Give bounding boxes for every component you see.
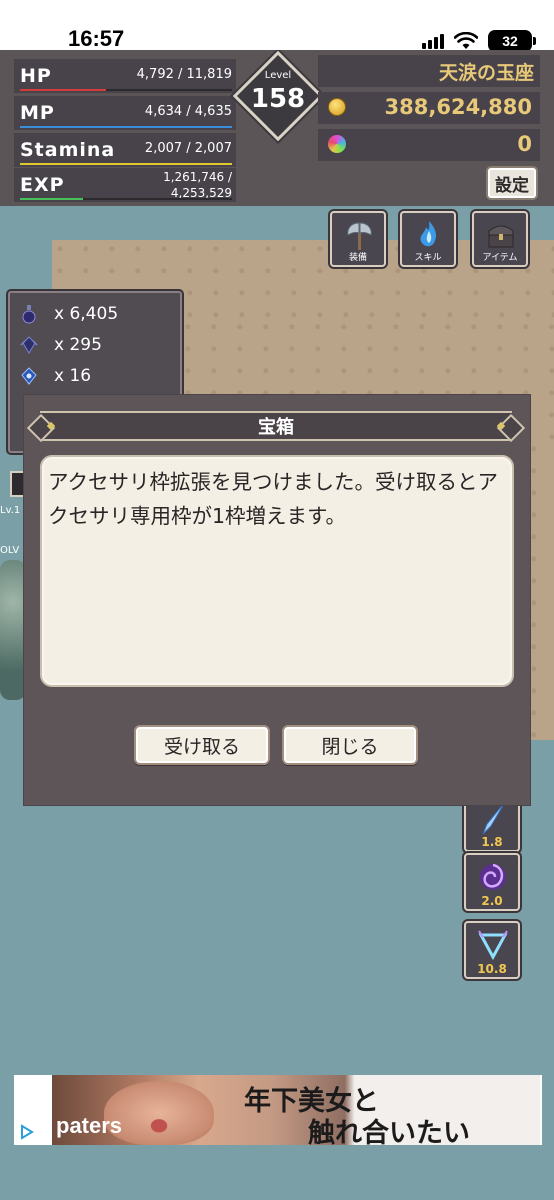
stamina-bar (20, 163, 232, 165)
hp-stat: HP 4,792 / 11,819 (14, 59, 236, 93)
blue-crystal-count: x 16 (54, 366, 92, 386)
close-button[interactable]: 閉じる (282, 725, 418, 765)
item-button[interactable]: アイテム (472, 211, 528, 267)
exp-value-current: 1,261,746 / (163, 170, 232, 184)
skill-slot-value: 2.0 (481, 894, 503, 908)
triangle-rune-icon (478, 930, 508, 961)
character-level: Lv.1 (0, 505, 21, 516)
gem-amount: 0 (517, 132, 532, 156)
hp-value: 4,792 / 11,819 (136, 67, 232, 82)
location-name: 天涙の玉座 (438, 62, 534, 84)
skill-label: スキル (414, 253, 442, 263)
wifi-icon (454, 32, 478, 49)
level-number: 158 (250, 84, 306, 114)
character-sprite (0, 560, 26, 700)
dialog-message-box: アクセサリ枠拡張を見つけました。受け取るとアクセサリ専用枠が1枠増えます。 (40, 455, 514, 687)
inventory-row: x 295 (20, 332, 102, 358)
mp-label: MP (20, 102, 55, 124)
mp-bar (20, 126, 232, 128)
purple-vortex-icon (480, 863, 506, 890)
rainbow-gem-icon (328, 135, 346, 153)
gold-amount: 388,624,880 (384, 95, 532, 119)
skill-slot[interactable]: 10.8 (464, 921, 520, 979)
ad-headline: 触れ合いたい (308, 1118, 470, 1145)
exp-stat: EXP 1,261,746 / 4,253,529 (14, 168, 236, 202)
ad-choices-icon[interactable] (18, 1123, 36, 1141)
hp-bar-fill (20, 89, 106, 91)
treasure-dialog: 宝箱 アクセサリ枠拡張を見つけました。受け取るとアクセサリ専用枠が1枠増えます。… (24, 395, 530, 805)
battery-level: 32 (502, 33, 518, 49)
mp-value: 4,634 / 4,635 (144, 104, 232, 119)
equipment-label: 装備 (348, 253, 367, 263)
gold-coin-icon (328, 98, 346, 116)
sand-edge (0, 1075, 14, 1145)
game-view[interactable]: HP 4,792 / 11,819 MP 4,634 / 4,635 Stami… (0, 50, 554, 1200)
dark-crystal-icon (20, 336, 38, 354)
dark-crystal-count: x 295 (54, 335, 102, 355)
stamina-stat: Stamina 2,007 / 2,007 (14, 133, 236, 167)
blue-flame-icon (420, 221, 437, 247)
status-bar: 16:57 32 (0, 0, 554, 52)
accept-button[interactable]: 受け取る (134, 725, 270, 765)
cellular-signal-icon (422, 33, 444, 49)
gold-box: 388,624,880 (318, 92, 540, 124)
battery-icon: 32 (488, 30, 536, 52)
ad-brand: paters (56, 1113, 123, 1138)
exp-value: 1,261,746 / 4,253,529 (112, 169, 232, 201)
status-icons: 32 (422, 30, 536, 52)
stamina-bar-fill (20, 163, 232, 165)
gem-box: 0 (318, 129, 540, 161)
ad-image[interactable]: paters 年下美女と 触れ合いたい (52, 1075, 540, 1145)
skill-slot-value: 1.8 (481, 835, 503, 849)
mp-stat: MP 4,634 / 4,635 (14, 96, 236, 130)
exp-bar (20, 198, 232, 200)
battle-axe-icon (347, 222, 372, 250)
exp-label: EXP (20, 174, 65, 196)
skill-button[interactable]: スキル (400, 211, 456, 267)
location-box: 天涙の玉座 (318, 55, 540, 87)
dialog-title-bar: 宝箱 (40, 411, 512, 441)
status-hud: HP 4,792 / 11,819 MP 4,634 / 4,635 Stami… (0, 50, 554, 206)
inventory-row: x 6,405 (20, 301, 118, 327)
exp-bar-fill (20, 198, 83, 200)
status-time: 16:57 (68, 26, 125, 51)
potion-count: x 6,405 (54, 304, 119, 324)
ad-banner[interactable]: paters 年下美女と 触れ合いたい (14, 1075, 542, 1145)
skill-slot-value: 10.8 (477, 962, 507, 976)
character-name: OLV (0, 545, 20, 556)
dialog-title: 宝箱 (258, 417, 294, 438)
blue-crystal-icon (21, 367, 37, 385)
stamina-value: 2,007 / 2,007 (144, 141, 232, 156)
level-label: Level (264, 70, 292, 81)
item-label: アイテム (482, 253, 518, 263)
ice-shard-icon (482, 801, 506, 835)
treasure-chest-icon (488, 225, 514, 248)
stamina-label: Stamina (20, 139, 116, 161)
settings-button[interactable]: 設定 (486, 166, 538, 200)
dialog-message: アクセサリ枠拡張を見つけました。受け取るとアクセサリ専用枠が1枠増えます。 (48, 470, 498, 528)
mp-bar-fill (20, 126, 232, 128)
inventory-row: x 16 (20, 363, 91, 389)
equipment-button[interactable]: 装備 (330, 211, 386, 267)
hp-label: HP (20, 65, 52, 87)
hp-bar (20, 89, 232, 91)
potion-icon (22, 305, 36, 324)
title-ornament (496, 421, 506, 431)
skill-slot[interactable]: 2.0 (464, 853, 520, 911)
